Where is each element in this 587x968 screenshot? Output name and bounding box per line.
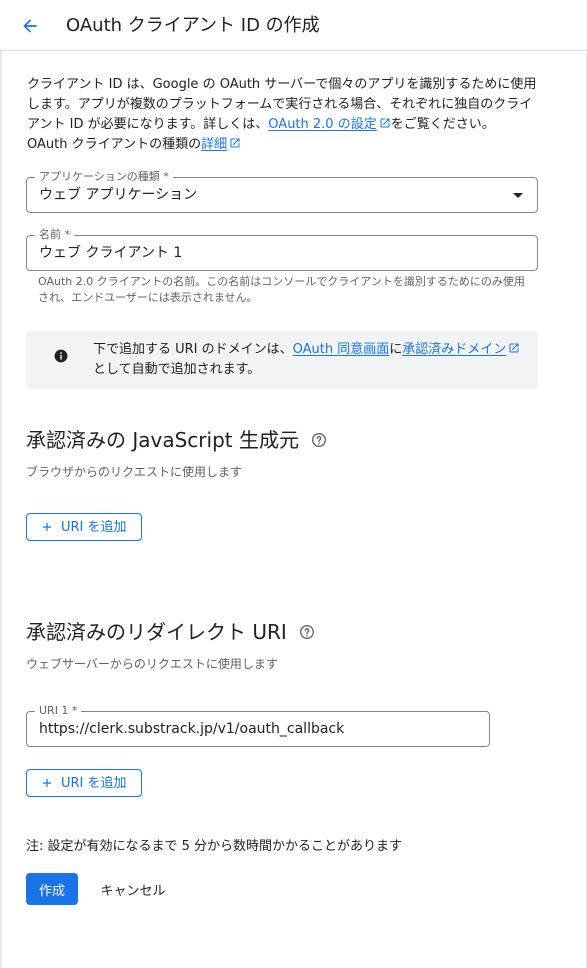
details-link-label: 詳細 [201,137,228,152]
redirect-uri-1-value: https://clerk.substrack.jp/v1/oauth_call… [39,721,345,737]
js-origins-section-title: 承認済みの JavaScript 生成元 [26,427,327,453]
page-title: OAuth クライアント ID の作成 [66,15,320,36]
client-name-helper: OAuth 2.0 クライアントの名前。この名前はコンソールでクライアントを識別… [38,275,525,304]
arrow-back-icon [23,19,37,33]
open-in-new-icon [380,118,390,128]
oauth-settings-link[interactable]: OAuth 2.0 の設定 [268,117,390,132]
redirect-uri-1-field[interactable]: URI 1 * https://clerk.substrack.jp/v1/oa… [26,704,490,747]
authorized-domains-link[interactable]: 承認済みドメイン [402,342,520,357]
back-button[interactable] [18,14,42,38]
plus-icon [42,778,52,788]
info-text-part: に [389,342,403,357]
redirect-uris-subtitle: ウェブサーバーからのリクエストに使用します [26,657,278,671]
js-origins-subtitle: ブラウザからのリクエストに使用します [26,465,243,479]
oauth-settings-link-label: OAuth 2.0 の設定 [268,117,377,132]
details-link[interactable]: 詳細 [201,137,241,152]
client-name-value: ウェブ クライアント 1 [39,245,183,261]
help-icon[interactable] [299,624,315,640]
dropdown-arrow-icon [513,193,523,198]
info-text: 下で追加する URI のドメインは、OAuth 同意画面に承認済みドメインとして… [93,340,523,380]
application-type-label: アプリケーションの種類 * [35,170,173,184]
js-origins-title: 承認済みの JavaScript 生成元 [26,428,299,452]
redirect-uris-title: 承認済みのリダイレクト URI [26,620,287,644]
open-in-new-icon [230,138,240,148]
help-icon[interactable] [311,432,327,448]
info-text-part: 下で追加する URI のドメインは、 [93,342,293,357]
application-type-select[interactable]: アプリケーションの種類 * ウェブ アプリケーション [26,170,538,213]
authorized-domains-link-label: 承認済みドメイン [402,342,507,357]
redirect-uris-section-title: 承認済みのリダイレクト URI [26,619,315,645]
add-uri-label: URI を追加 [61,520,127,535]
redirect-uri-1-label: URI 1 * [35,704,82,718]
plus-icon [42,522,52,532]
cancel-button[interactable]: キャンセル [88,873,178,905]
left-divider [0,51,2,968]
propagation-note: 注: 設定が有効になるまで 5 分から数時間かかることがあります [26,839,403,854]
intro-text: クライアント ID は、Google の OAuth サーバーで個々のアプリを識… [27,75,537,155]
info-text-part: として自動で追加されます。 [93,362,261,377]
open-in-new-icon [509,343,519,353]
consent-screen-link[interactable]: OAuth 同意画面 [293,342,390,357]
client-name-field[interactable]: 名前 * ウェブ クライアント 1 [26,228,538,271]
create-button[interactable]: 作成 [26,873,78,905]
page-header: OAuth クライアント ID の作成 [0,0,587,51]
info-banner: 下で追加する URI のドメインは、OAuth 同意画面に承認済みドメインとして… [26,331,538,389]
info-icon [54,349,68,363]
application-type-value: ウェブ アプリケーション [39,187,198,203]
add-uri-label: URI を追加 [61,776,127,791]
add-redirect-uri-button[interactable]: URI を追加 [26,769,142,797]
client-name-label: 名前 * [35,228,74,242]
add-js-origin-uri-button[interactable]: URI を追加 [26,513,142,541]
